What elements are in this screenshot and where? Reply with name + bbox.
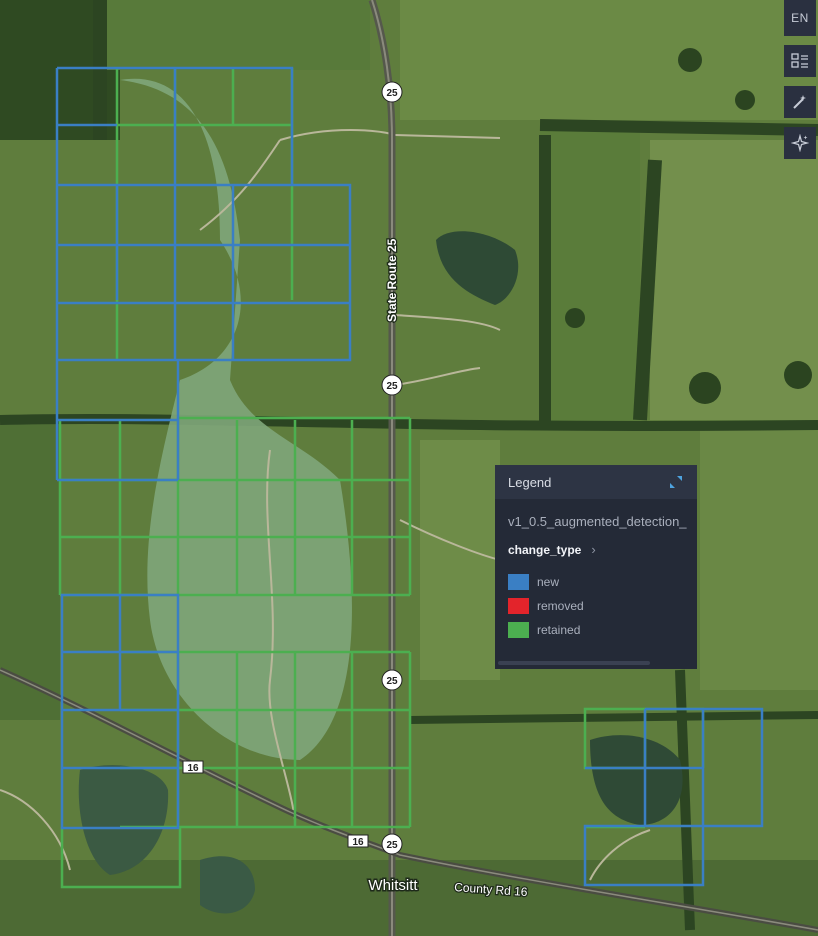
legend-item-label: removed xyxy=(537,599,584,613)
layer-list-icon xyxy=(791,53,808,68)
ai-assist-button[interactable] xyxy=(784,127,816,159)
legend-field-label: change_type xyxy=(508,542,582,557)
language-button[interactable]: EN xyxy=(784,0,816,36)
svg-text:25: 25 xyxy=(386,88,398,99)
legend-item-removed: removed xyxy=(508,594,697,618)
legend-item-new: new xyxy=(508,570,697,594)
route-shield-25: 25 xyxy=(381,81,403,103)
legend-swatch xyxy=(508,598,529,614)
legend-swatch xyxy=(508,574,529,590)
svg-text:25: 25 xyxy=(386,381,398,392)
sparkle-icon xyxy=(791,134,809,152)
svg-text:16: 16 xyxy=(187,763,199,774)
legend-layer-name: v1_0.5_augmented_detection_ xyxy=(508,514,687,529)
collapse-icon[interactable] xyxy=(669,475,683,489)
magic-wand-button[interactable] xyxy=(784,86,816,118)
highway-label: State Route 25 xyxy=(385,238,399,322)
legend-item-label: new xyxy=(537,575,560,589)
legend-scrollbar[interactable] xyxy=(498,661,650,665)
route-shield-25: 25 xyxy=(381,669,403,691)
legend-field-selector[interactable]: change_type › xyxy=(495,529,697,557)
map-toolbar: EN xyxy=(784,0,818,159)
wand-icon xyxy=(793,95,806,109)
svg-text:16: 16 xyxy=(352,837,364,848)
route-shield-16: 16 xyxy=(182,760,204,774)
layer-list-button[interactable] xyxy=(784,45,816,77)
svg-text:25: 25 xyxy=(386,840,398,851)
legend-title: Legend xyxy=(508,474,552,490)
route-shield-16: 16 xyxy=(347,834,369,848)
route-shield-25: 25 xyxy=(381,374,403,396)
chevron-right-icon: › xyxy=(591,542,596,557)
legend-items: new removed retained xyxy=(495,557,697,642)
legend-panel: Legend v1_0.5_augmented_detection_ chang… xyxy=(495,465,697,669)
legend-item-label: retained xyxy=(537,623,581,637)
legend-header: Legend xyxy=(495,465,697,499)
legend-item-retained: retained xyxy=(508,618,697,642)
legend-swatch xyxy=(508,622,529,638)
route-shield-25: 25 xyxy=(381,833,403,855)
town-label: Whitsitt xyxy=(368,877,418,894)
svg-text:25: 25 xyxy=(386,676,398,687)
